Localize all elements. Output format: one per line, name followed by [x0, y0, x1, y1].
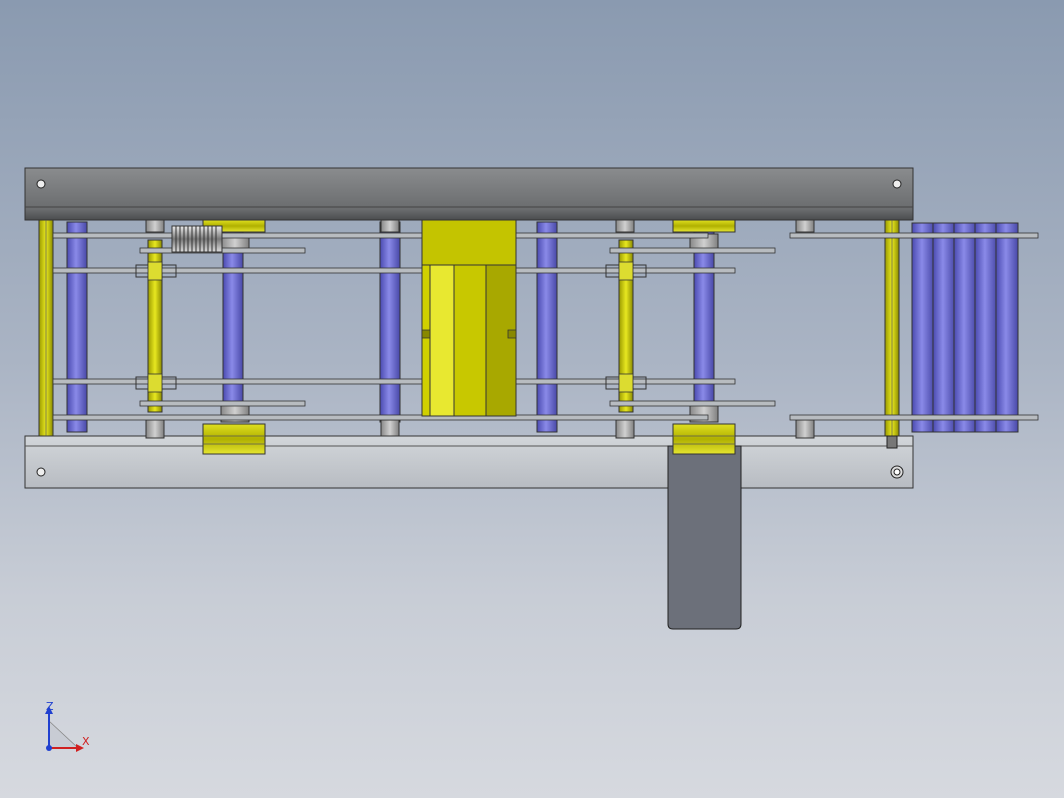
outfeed-roller-bank[interactable] — [911, 222, 1019, 433]
motor-mount-plate[interactable] — [667, 445, 742, 630]
z-axis-label: Z — [46, 700, 54, 713]
coordinate-triad: Z X — [45, 700, 90, 752]
left-side-post[interactable] — [38, 219, 54, 437]
bolt-hole-icon — [36, 179, 46, 189]
top-frame-beam[interactable] — [24, 167, 914, 221]
compression-spring[interactable] — [171, 225, 223, 253]
cad-viewport[interactable]: Z X — [0, 0, 1064, 798]
central-gear-housing[interactable] — [421, 219, 517, 417]
bottom-frame-beam[interactable] — [24, 435, 914, 489]
blue-roller[interactable] — [536, 221, 558, 433]
bolt-hole-icon — [892, 179, 902, 189]
blue-roller[interactable] — [379, 221, 401, 423]
x-axis-label: X — [82, 735, 90, 748]
bolt-hole-icon — [36, 467, 46, 477]
right-side-post[interactable] — [884, 219, 900, 449]
blue-roller[interactable] — [66, 221, 88, 433]
